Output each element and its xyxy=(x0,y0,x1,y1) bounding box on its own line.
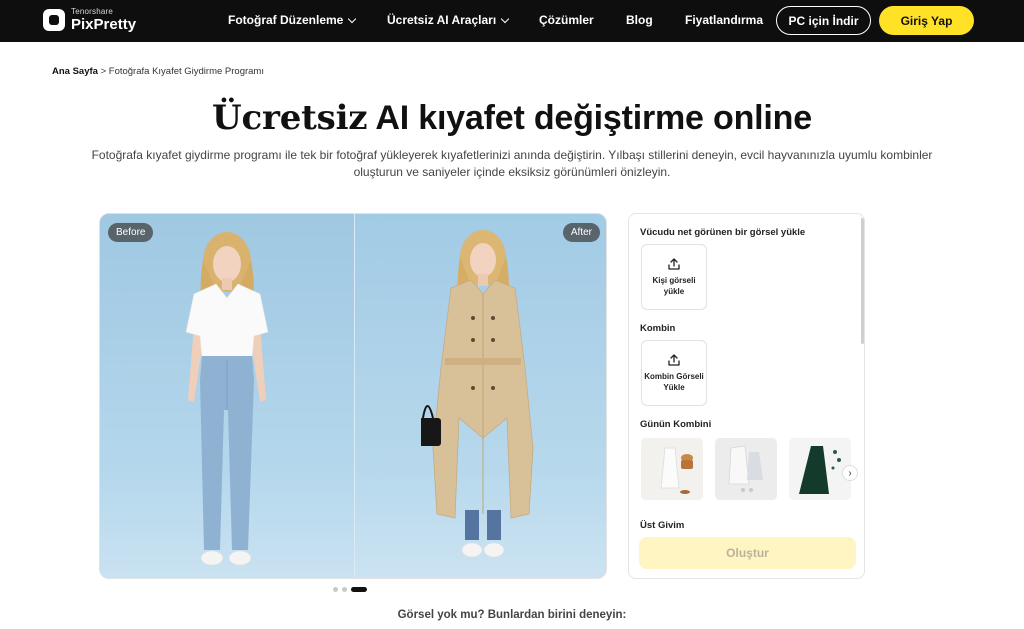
carousel-dot-active[interactable] xyxy=(351,587,367,592)
after-person-illustration xyxy=(421,230,534,558)
top-clothing-label: Üst Givim xyxy=(640,520,685,531)
try-samples-text: Görsel yok mu? Bunlardan birini deneyin: xyxy=(397,609,627,621)
page-title: Ücretsiz AI kıyafet değiştirme online xyxy=(0,98,1024,138)
create-button[interactable]: Oluştur xyxy=(639,537,856,569)
after-image: After xyxy=(354,214,606,578)
person-upload-label: Vücudu net görünen bir görsel yükle xyxy=(640,227,806,238)
breadcrumb-current: Fotoğrafa Kıyafet Giydirme Programı xyxy=(108,66,264,77)
before-image: Before xyxy=(100,214,354,578)
chevron-down-icon xyxy=(348,14,357,23)
top-navigation: Tenorshare PixPretty Fotoğraf Düzenleme … xyxy=(0,0,1024,42)
nav-item-photo-editing[interactable]: Fotoğraf Düzenleme xyxy=(228,13,357,27)
before-person-illustration xyxy=(185,232,269,566)
logo-icon xyxy=(43,9,65,31)
carousel-dot[interactable] xyxy=(333,587,338,592)
outfit-label: Kombin xyxy=(640,323,676,334)
logo[interactable]: Tenorshare PixPretty xyxy=(43,8,136,32)
breadcrumb: Ana Sayfa > Fotoğrafa Kıyafet Giydirme P… xyxy=(52,66,264,77)
panel-scrollbar[interactable] xyxy=(861,218,864,344)
white-coat-image xyxy=(715,438,777,500)
nav-item-blog[interactable]: Blog xyxy=(626,13,653,27)
login-button[interactable]: Giriş Yap xyxy=(879,6,974,35)
page-subtitle: Fotoğrafa kıyafet giydirme programı ile … xyxy=(91,148,933,179)
upload-icon xyxy=(668,258,680,270)
try-on-panel: Vücudu net görünen bir görsel yükle Kişi… xyxy=(628,213,865,579)
outfit-thumb-white-dress[interactable] xyxy=(641,438,703,500)
title-highlight: Ücretsiz xyxy=(212,98,368,138)
carousel-dots xyxy=(333,587,367,592)
chevron-down-icon xyxy=(500,14,510,23)
upload-icon xyxy=(668,354,680,366)
outfit-upload-button[interactable]: Kombin Görseli Yükle xyxy=(641,340,707,406)
nav-item-pricing[interactable]: Fiyatlandırma xyxy=(685,13,763,27)
white-dress-image xyxy=(641,438,703,500)
title-rest: AI kıyafet değiştirme online xyxy=(367,99,812,137)
before-after-comparison[interactable]: Before After xyxy=(99,213,607,579)
logo-brand: Tenorshare xyxy=(71,7,114,16)
nav-item-free-ai-tools[interactable]: Ücretsiz AI Araçları xyxy=(387,13,510,27)
after-badge: After xyxy=(562,223,600,242)
daily-outfit-label: Günün Kombini xyxy=(640,419,712,430)
outfit-thumb-white-coat[interactable] xyxy=(715,438,777,500)
carousel-dot[interactable] xyxy=(342,587,347,592)
before-badge: Before xyxy=(108,223,154,242)
logo-product: PixPretty xyxy=(71,16,137,33)
person-upload-button[interactable]: Kişi görseli yükle xyxy=(641,244,707,310)
nav-item-solutions[interactable]: Çözümler xyxy=(539,13,594,27)
chevron-right-icon[interactable]: › xyxy=(842,465,858,481)
download-pc-button[interactable]: PC için İndir xyxy=(776,6,871,35)
breadcrumb-home[interactable]: Ana Sayfa xyxy=(52,66,98,77)
daily-outfit-thumbnails xyxy=(641,438,851,500)
